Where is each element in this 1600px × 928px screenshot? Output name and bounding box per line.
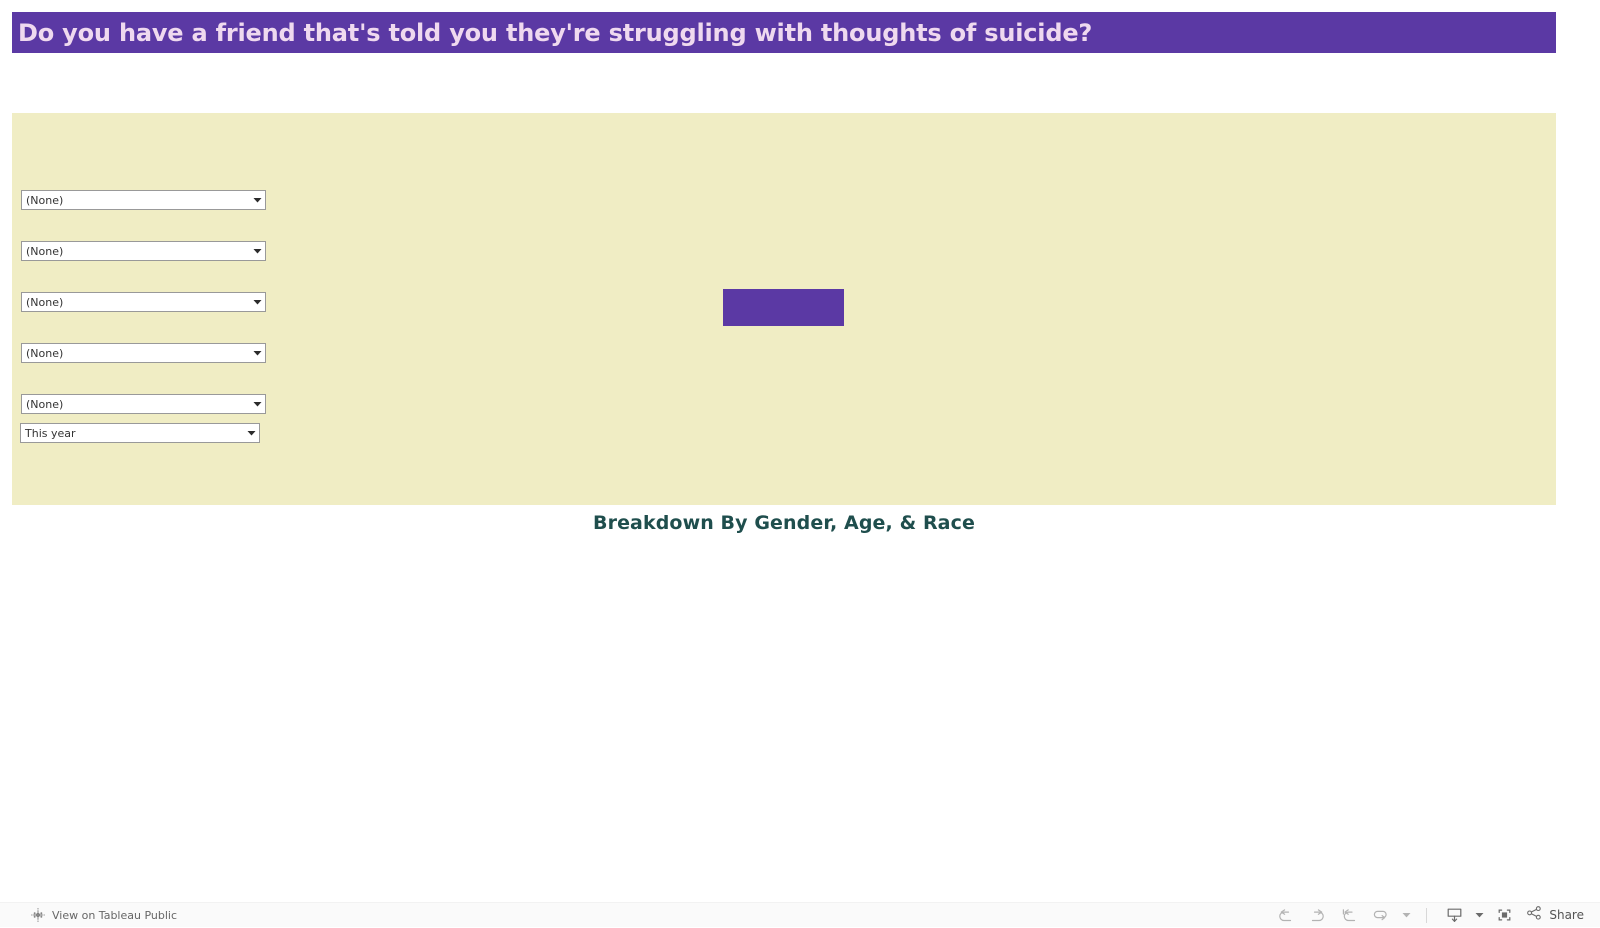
filter-dropdown-1-value: (None) bbox=[26, 194, 64, 206]
toolbar-actions: Share bbox=[1269, 903, 1600, 927]
filter-dropdown-5-value: (None) bbox=[26, 398, 64, 410]
chart-mark-bar[interactable] bbox=[723, 289, 844, 326]
filter-panel: (None) (None) (None) (None) (None) This … bbox=[12, 113, 1556, 505]
filter-dropdown-2[interactable]: (None) bbox=[21, 241, 266, 261]
chevron-down-icon[interactable] bbox=[249, 191, 265, 209]
chevron-down-icon[interactable] bbox=[249, 395, 265, 413]
chevron-down-icon[interactable] bbox=[249, 242, 265, 260]
filter-dropdown-date-range[interactable]: This year bbox=[20, 423, 260, 443]
undo-button[interactable] bbox=[1269, 903, 1301, 928]
filter-dropdown-date-range-value: This year bbox=[25, 427, 76, 439]
redo-button[interactable] bbox=[1301, 903, 1333, 928]
filter-dropdown-1[interactable]: (None) bbox=[21, 190, 266, 210]
filter-dropdown-3-value: (None) bbox=[26, 296, 64, 308]
worksheet-title: Breakdown By Gender, Age, & Race bbox=[593, 512, 975, 534]
download-menu-caret-icon[interactable] bbox=[1470, 903, 1488, 928]
download-button[interactable] bbox=[1438, 903, 1470, 928]
filter-dropdown-4[interactable]: (None) bbox=[21, 343, 266, 363]
filter-dropdown-4-value: (None) bbox=[26, 347, 64, 359]
refresh-button[interactable] bbox=[1365, 903, 1397, 928]
share-icon bbox=[1526, 905, 1543, 926]
chevron-down-icon[interactable] bbox=[249, 293, 265, 311]
revert-all-button[interactable] bbox=[1333, 903, 1365, 928]
tableau-public-link-label[interactable]: View on Tableau Public bbox=[52, 909, 177, 922]
share-button-label: Share bbox=[1549, 908, 1584, 922]
page-title: Do you have a friend that's told you the… bbox=[18, 18, 1093, 47]
pause-menu-button[interactable] bbox=[1397, 903, 1415, 928]
toolbar-divider bbox=[1426, 907, 1428, 923]
filter-dropdown-3[interactable]: (None) bbox=[21, 292, 266, 312]
dashboard-title-banner: Do you have a friend that's told you the… bbox=[12, 12, 1556, 53]
filter-dropdown-2-value: (None) bbox=[26, 245, 64, 257]
bottom-toolbar: View on Tableau Public Share bbox=[0, 902, 1600, 927]
chevron-down-icon[interactable] bbox=[249, 344, 265, 362]
tableau-logo-icon bbox=[30, 908, 45, 923]
chevron-down-icon[interactable] bbox=[243, 424, 259, 442]
tableau-public-link[interactable]: View on Tableau Public bbox=[0, 903, 177, 927]
filter-dropdown-5[interactable]: (None) bbox=[21, 394, 266, 414]
fullscreen-button[interactable] bbox=[1488, 903, 1520, 928]
share-button[interactable]: Share bbox=[1520, 905, 1584, 926]
